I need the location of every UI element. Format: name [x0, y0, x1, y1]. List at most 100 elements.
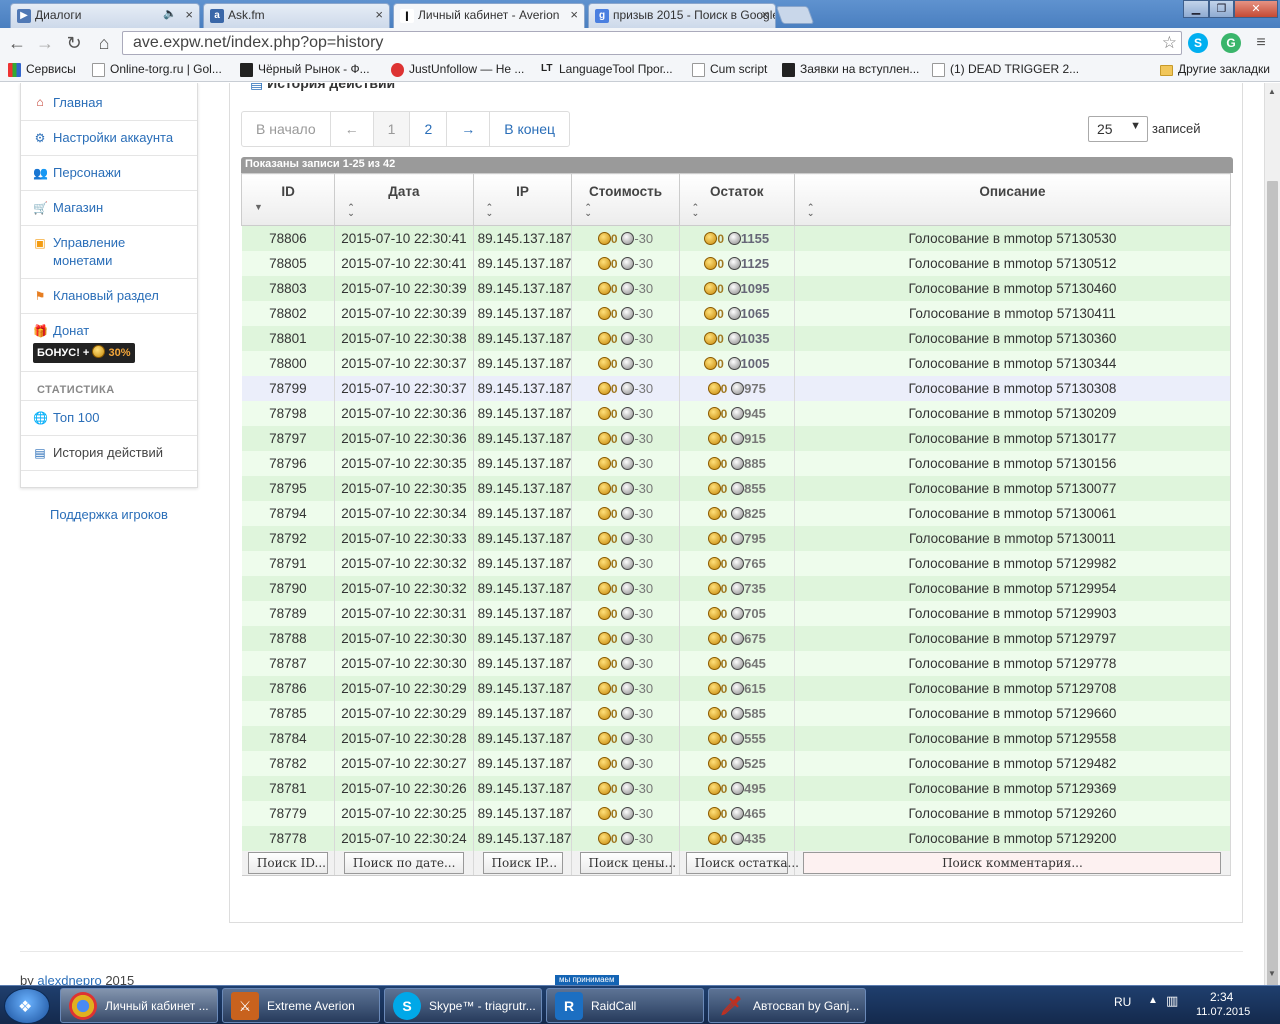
close-icon[interactable]: ×: [375, 7, 383, 22]
bookmark-cum-script[interactable]: Cum script: [692, 62, 767, 77]
balance-gold: 0: [720, 731, 728, 746]
search-cost-input[interactable]: Поиск цены...: [579, 851, 676, 874]
close-icon[interactable]: ×: [570, 7, 578, 22]
skype-icon[interactable]: S: [1188, 33, 1208, 53]
star-icon[interactable]: ☆: [1162, 33, 1177, 53]
taskbar-item-skype[interactable]: S Skype™ - triagrutr...: [384, 988, 542, 1023]
address-bar[interactable]: ave.expw.net/index.php?op=history ☆: [122, 31, 1182, 55]
close-icon[interactable]: ×: [185, 7, 193, 22]
google-icon: g: [595, 9, 609, 23]
pager-page-1[interactable]: 1: [373, 112, 411, 146]
start-button[interactable]: ❖: [4, 988, 50, 1024]
column-date[interactable]: Дата ⌃ ⌄: [334, 173, 474, 226]
cell-balance: 0 765: [679, 550, 795, 576]
new-tab-button[interactable]: [775, 6, 815, 24]
tab-askfm[interactable]: a Ask.fm ×: [203, 3, 390, 28]
pager-last[interactable]: В конец: [490, 112, 569, 146]
tray-arrow-icon[interactable]: ▲: [1148, 995, 1158, 1006]
page-scrollbar[interactable]: ▲ ▼: [1264, 83, 1280, 997]
taskbar-item-raidcall[interactable]: R RaidCall: [546, 988, 704, 1023]
taskbar-item-extreme-averion[interactable]: ⚔ Extreme Averion: [222, 988, 380, 1023]
silver-coin-icon: [731, 381, 745, 395]
taskbar-item-autoswap[interactable]: 🗡 Автосвап by Ganj...: [708, 988, 866, 1023]
clock-time[interactable]: 2:34: [1210, 990, 1233, 1004]
maximize-button[interactable]: ❐: [1209, 0, 1234, 18]
pager-next[interactable]: →: [447, 112, 491, 146]
cell-balance: 0 915: [679, 425, 795, 451]
balance-silver: 465: [744, 805, 766, 821]
language-indicator[interactable]: RU: [1114, 995, 1131, 1009]
author-link[interactable]: alexdnepro: [37, 973, 101, 985]
grammarly-icon[interactable]: G: [1221, 33, 1241, 53]
speaker-icon[interactable]: 🔈: [163, 7, 177, 20]
search-ip-input[interactable]: Поиск IP...: [482, 851, 563, 874]
scroll-up-icon[interactable]: ▲: [1268, 87, 1276, 96]
balance-gold: 0: [720, 756, 728, 771]
bookmark-services[interactable]: Сервисы: [8, 62, 76, 77]
bookmark-justunfollow[interactable]: JustUnfollow — Не ...: [391, 62, 524, 77]
cell-ip: 89.145.137.187: [473, 750, 573, 776]
taskbar-item-chrome[interactable]: Личный кабинет ...: [60, 988, 218, 1023]
pager-first[interactable]: В начало: [242, 112, 331, 146]
minimize-button[interactable]: ▁: [1183, 0, 1209, 18]
search-id-input[interactable]: Поиск ID...: [247, 851, 328, 874]
silver-coin-icon: [621, 806, 635, 820]
cell-ip: 89.145.137.187: [473, 675, 573, 701]
search-comment-input[interactable]: Поиск комментария...: [803, 851, 1222, 874]
sidebar-item-history[interactable]: ▤ История действий: [21, 436, 197, 471]
sidebar-item-clan[interactable]: ⚑ Клановый раздел: [21, 279, 197, 314]
bookmark-other[interactable]: Другие закладки: [1160, 62, 1270, 76]
tab-dialogs[interactable]: ▶ Диалоги 🔈 ×: [10, 3, 200, 28]
bookmark-applications[interactable]: Заявки на вступлен...: [782, 62, 920, 77]
cost-gold: 0: [610, 581, 618, 596]
tab-google[interactable]: g призыв 2015 - Поиск в Google ×: [588, 3, 776, 28]
scrollbar-thumb[interactable]: [1267, 181, 1278, 997]
cell-description: Голосование в mmotop 57130360: [794, 325, 1232, 351]
per-page-select[interactable]: 25 ▼: [1088, 116, 1148, 142]
sidebar-item-home[interactable]: ⌂ Главная: [21, 83, 197, 121]
sidebar-item-shop[interactable]: 🛒 Магазин: [21, 191, 197, 226]
column-ip[interactable]: IP ⌃ ⌄: [472, 173, 573, 226]
cell-id: 78796: [241, 450, 336, 476]
sidebar-item-donate[interactable]: 🎁 Донат БОНУС! + 30%: [21, 314, 197, 372]
network-icon[interactable]: ▥: [1166, 993, 1178, 1009]
bookmark-label: Заявки на вступлен...: [800, 62, 920, 76]
bookmark-online-torg[interactable]: Online-torg.ru | Gol...: [92, 62, 222, 77]
close-icon[interactable]: ×: [761, 7, 769, 22]
menu-icon[interactable]: ≡: [1250, 32, 1272, 54]
tab-bar: ▶ Диалоги 🔈 × a Ask.fm × I Личный кабине…: [0, 0, 1280, 29]
cell-balance: 0 435: [679, 825, 795, 851]
sidebar-item-characters[interactable]: 👥 Персонажи: [21, 156, 197, 191]
cell-ip: 89.145.137.187: [473, 300, 573, 326]
support-link[interactable]: Поддержка игроков: [50, 507, 168, 522]
forward-icon[interactable]: →: [34, 32, 56, 54]
close-window-button[interactable]: ✕: [1234, 0, 1278, 18]
scroll-down-icon[interactable]: ▼: [1268, 969, 1276, 978]
balance-silver: 975: [744, 380, 766, 396]
bookmark-black-market[interactable]: Чёрный Рынок - Ф...: [240, 62, 370, 77]
cell-description: Голосование в mmotop 57130177: [794, 425, 1232, 451]
pager-page-2[interactable]: 2: [410, 112, 448, 146]
column-balance[interactable]: Остаток ⌃ ⌄: [678, 173, 795, 226]
sidebar-item-top100[interactable]: 🌐 Топ 100: [21, 401, 197, 436]
column-id[interactable]: ID ▼: [240, 173, 336, 226]
bookmark-languagetool[interactable]: LT LanguageTool Прог...: [541, 62, 673, 76]
sidebar-item-account-settings[interactable]: ⚙ Настройки аккаунта: [21, 121, 197, 156]
silver-coin-icon: [621, 356, 635, 370]
search-date-input[interactable]: Поиск по дате...: [343, 851, 464, 874]
search-balance-input[interactable]: Поиск остатка...: [685, 851, 799, 874]
gold-coin-icon: [597, 281, 611, 295]
reload-icon[interactable]: ↻: [63, 32, 85, 54]
tab-cabinet[interactable]: I Личный кабинет - Averion ×: [393, 3, 585, 29]
footer-year: 2015: [105, 973, 135, 985]
cell-description: Голосование в mmotop 57130344: [794, 350, 1232, 376]
sidebar-item-coins[interactable]: ▣ Управление монетами: [21, 226, 197, 279]
bookmark-dead-trigger[interactable]: (1) DEAD TRIGGER 2...: [932, 62, 1079, 77]
knife-icon: 🗡: [719, 996, 743, 1016]
column-cost[interactable]: Стоимость ⌃ ⌄: [571, 173, 680, 226]
pager-prev[interactable]: ←: [331, 112, 374, 146]
home-icon[interactable]: ⌂: [93, 32, 115, 54]
column-description[interactable]: Описание ⌃ ⌄: [793, 173, 1232, 226]
clock-date[interactable]: 11.07.2015: [1196, 1006, 1250, 1018]
back-icon[interactable]: ←: [6, 32, 28, 54]
